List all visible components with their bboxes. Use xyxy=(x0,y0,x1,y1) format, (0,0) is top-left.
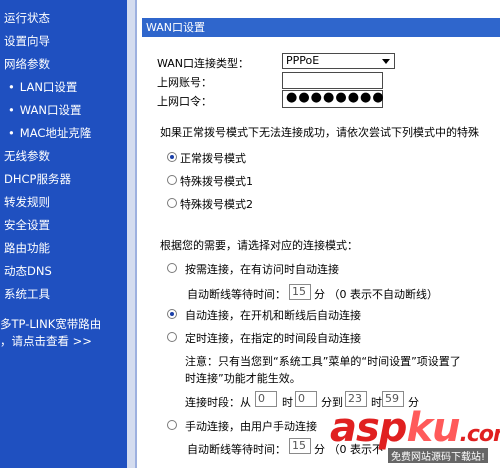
sidebar-item-wizard[interactable]: 设置向导 xyxy=(4,33,50,49)
password-label: 上网口令： xyxy=(157,95,212,108)
sidebar-item-tools[interactable]: 系统工具 xyxy=(4,286,50,302)
bullet-icon: • xyxy=(8,103,15,117)
dial-mode-normal-radio[interactable] xyxy=(167,152,177,162)
conn-timed-label: 定时连接，在指定的时间段自动连接 xyxy=(185,332,361,345)
conn-type-select[interactable]: PPPoE xyxy=(282,53,395,69)
sidebar-item-routing[interactable]: 路由功能 xyxy=(4,240,50,256)
sidebar-item-dhcp[interactable]: DHCP服务器 xyxy=(4,171,71,187)
sidebar-item-lan[interactable]: • LAN口设置 xyxy=(8,79,77,95)
sidebar-item-status[interactable]: 运行状态 xyxy=(4,10,50,26)
period-from-hour-input[interactable]: 0 xyxy=(255,391,277,407)
promo-text: 多TP-LINK宽带路由 xyxy=(0,317,102,331)
sidebar-item-network[interactable]: 网络参数 xyxy=(4,56,50,72)
period-hour-label-1: 时 xyxy=(282,396,293,409)
sidebar-item-label: WAN口设置 xyxy=(19,103,82,117)
timed-note-line2: 时连接”功能才能生效。 xyxy=(185,372,301,385)
timed-note-line1: 注意：只有当您到“系统工具”菜单的“时间设置”项设置了 xyxy=(185,355,461,368)
manual-idle-input[interactable]: 15 xyxy=(289,438,311,454)
bullet-icon: • xyxy=(8,126,15,140)
sidebar-item-label: LAN口设置 xyxy=(19,80,78,94)
password-input[interactable]: ●●●●●●●● xyxy=(282,90,384,108)
sidebar-nav: 运行状态 设置向导 网络参数 • LAN口设置 • WAN口设置 • MAC地址克隆 … xyxy=(0,0,127,468)
watermark-logo: aspku.com xyxy=(330,405,500,451)
on-demand-idle-suffix: 分 （0 表示不自动断线） xyxy=(314,288,438,301)
dial-mode-special1-radio[interactable] xyxy=(167,175,177,185)
sidebar-item-wireless[interactable]: 无线参数 xyxy=(4,148,50,164)
conn-on-demand-label: 按需连接，在有访问时自动连接 xyxy=(185,263,339,276)
dial-mode-hint: 如果正常拨号模式下无法连接成功，请依次尝试下列模式中的特殊 xyxy=(160,126,479,139)
period-from-minute-input[interactable]: 0 xyxy=(295,391,317,407)
dial-mode-special2-radio[interactable] xyxy=(167,198,177,208)
bullet-icon: • xyxy=(8,80,15,94)
watermark-subtitle: 免费网站源码下载站! xyxy=(388,448,489,463)
period-prefix: 连接时段：从 xyxy=(185,396,251,409)
promo-link[interactable]: ，请点击查看 >> xyxy=(0,333,92,349)
sidebar-item-ddns[interactable]: 动态DNS xyxy=(4,263,52,279)
sidebar-item-forwarding[interactable]: 转发规则 xyxy=(4,194,50,210)
chevron-down-icon xyxy=(382,59,390,64)
conn-auto-radio[interactable] xyxy=(167,309,177,319)
account-label: 上网账号： xyxy=(157,76,212,89)
sidebar-item-mac[interactable]: • MAC地址克隆 xyxy=(8,125,91,141)
conn-auto-label: 自动连接，在开机和断线后自动连接 xyxy=(185,309,361,322)
conn-type-value: PPPoE xyxy=(286,54,320,67)
sidebar-item-wan[interactable]: • WAN口设置 xyxy=(8,102,82,118)
account-input[interactable] xyxy=(282,72,383,89)
conn-type-label: WAN口连接类型： xyxy=(157,57,250,70)
main-content: WAN口设置 WAN口连接类型： PPPoE 上网账号： 上网口令： ●●●●●… xyxy=(137,0,500,468)
conn-manual-radio[interactable] xyxy=(167,420,177,430)
conn-manual-label: 手动连接，由用户手动连接 xyxy=(185,420,317,433)
sidebar-item-label: MAC地址克隆 xyxy=(19,126,92,140)
page-title: WAN口设置 xyxy=(142,18,500,37)
sidebar-item-security[interactable]: 安全设置 xyxy=(4,217,50,233)
on-demand-idle-prefix: 自动断线等待时间： xyxy=(187,288,286,301)
conn-on-demand-radio[interactable] xyxy=(167,263,177,273)
manual-idle-prefix: 自动断线等待时间： xyxy=(187,443,286,456)
connect-mode-hint: 根据您的需要，请选择对应的连接模式： xyxy=(160,239,358,252)
dial-mode-normal-label: 正常拨号模式 xyxy=(180,152,246,165)
dial-mode-special2-label: 特殊拨号模式2 xyxy=(180,198,253,211)
conn-timed-radio[interactable] xyxy=(167,332,177,342)
dial-mode-special1-label: 特殊拨号模式1 xyxy=(180,175,253,188)
on-demand-idle-input[interactable]: 15 xyxy=(289,284,311,300)
